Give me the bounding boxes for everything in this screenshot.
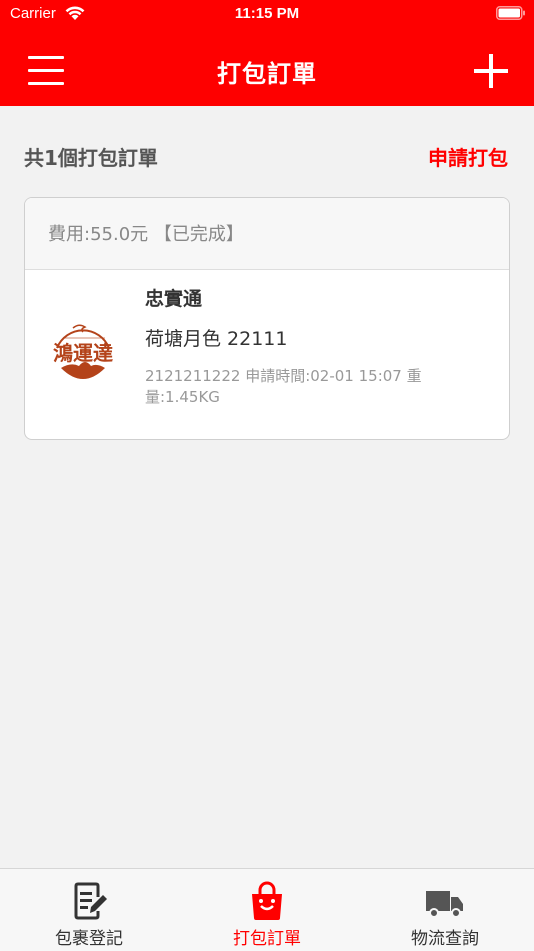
top-bar: Carrier 11:15 PM 打包訂單 xyxy=(0,0,534,106)
tab-logistics-query[interactable]: 物流查詢 xyxy=(356,869,534,951)
battery-icon xyxy=(496,6,525,20)
tab-packing-orders[interactable]: 打包訂單 xyxy=(178,869,356,951)
tab-package-register[interactable]: 包裹登記 xyxy=(0,869,178,951)
order-count-label: 共1個打包訂單 xyxy=(24,146,158,170)
order-card-header: 費用:55.0元 【已完成】 xyxy=(25,198,509,270)
company-logo: 鴻運達 xyxy=(53,324,113,379)
page-title: 打包訂單 xyxy=(217,60,317,88)
order-meta: 2121211222 申請時間:02-01 15:07 重量:1.45KG xyxy=(145,367,422,406)
tab-label: 物流查詢 xyxy=(411,929,479,949)
plus-icon[interactable] xyxy=(474,54,508,88)
tab-label: 包裹登記 xyxy=(55,929,123,949)
item-description: 荷塘月色 22111 xyxy=(145,328,288,350)
apply-packing-button[interactable]: 申請打包 xyxy=(428,142,508,171)
navigation-bar: 打包訂單 xyxy=(0,36,534,106)
status-time: 11:15 PM xyxy=(234,5,300,22)
tab-label: 打包訂單 xyxy=(233,929,301,949)
tab-bar: 包裹登記 打包訂單 物流查詢 xyxy=(0,868,534,951)
logo-text: 鴻運達 xyxy=(53,341,113,365)
truck-icon xyxy=(426,891,463,918)
order-card[interactable]: 費用:55.0元 【已完成】 鴻運達 忠實通 荷塘月色 22111 212121… xyxy=(24,197,510,440)
order-fee-status: 費用:55.0元 【已完成】 xyxy=(48,224,244,245)
recipient-name: 忠實通 xyxy=(145,288,203,310)
form-edit-icon xyxy=(74,882,107,920)
status-bar: Carrier 11:15 PM xyxy=(0,0,534,30)
shopping-bag-icon xyxy=(252,881,282,920)
